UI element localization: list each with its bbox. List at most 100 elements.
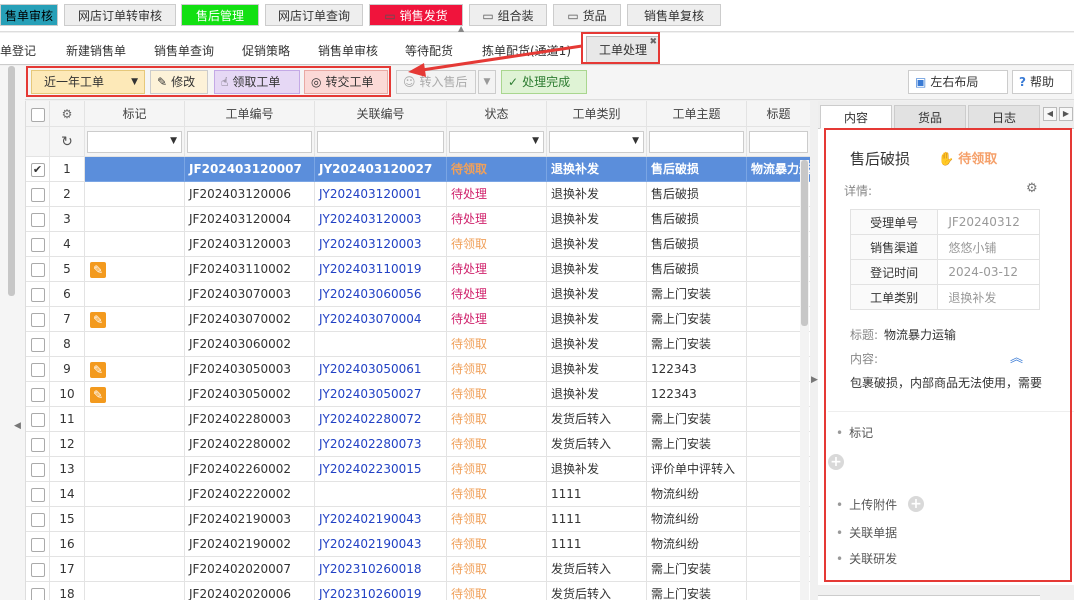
help-button[interactable]: ? 帮助 bbox=[1012, 70, 1072, 94]
related-dev-link[interactable]: • 关联研发 bbox=[836, 550, 897, 567]
filter-status-select[interactable]: ▼ bbox=[449, 131, 544, 153]
tab-bundle[interactable]: ▭ 组合装 bbox=[469, 4, 547, 26]
row-ref-id[interactable]: JY202403070004 bbox=[315, 307, 447, 332]
row-checkbox[interactable] bbox=[30, 512, 45, 527]
collapse-up-icon[interactable]: ︽ bbox=[1010, 347, 1023, 366]
tab-scroll-left-icon[interactable]: ◀ bbox=[1043, 107, 1057, 121]
row-ref-id[interactable]: JY202403110019 bbox=[315, 257, 447, 282]
row-ref-id[interactable] bbox=[315, 332, 447, 357]
row-checkbox[interactable] bbox=[30, 437, 45, 452]
settings-header-cell[interactable]: ⚙ bbox=[50, 101, 85, 127]
row-checkbox[interactable] bbox=[30, 537, 45, 552]
table-row[interactable]: 10 ✎ JF202403050002 JY202403050027 待领取 退换补发 12… bbox=[26, 382, 810, 407]
row-checkbox-cell[interactable] bbox=[26, 557, 50, 582]
table-row[interactable]: 2 JF202403120006 JY202403120001 待处理 退换补发 售后破损 bbox=[26, 182, 810, 207]
row-checkbox[interactable] bbox=[30, 587, 45, 600]
gear-icon[interactable]: ⚙ bbox=[1026, 181, 1038, 196]
table-row[interactable]: 6 JF202403070003 JY202403060056 待处理 退换补发 需上门安… bbox=[26, 282, 810, 307]
row-checkbox-cell[interactable] bbox=[26, 307, 50, 332]
row-checkbox-cell[interactable] bbox=[26, 457, 50, 482]
filter-mark-select[interactable]: ▼ bbox=[87, 131, 182, 153]
row-checkbox-cell[interactable] bbox=[26, 282, 50, 307]
tab-work-order[interactable]: 工单处理 ✖ bbox=[586, 36, 661, 64]
select-all-checkbox[interactable] bbox=[30, 107, 45, 122]
tab-after-sales[interactable]: 售后管理 bbox=[181, 4, 259, 26]
row-checkbox-cell[interactable] bbox=[26, 257, 50, 282]
row-checkbox-cell[interactable] bbox=[26, 382, 50, 407]
refresh-cell[interactable]: ↻ bbox=[50, 127, 85, 157]
row-ref-id[interactable]: JY202403120003 bbox=[315, 232, 447, 257]
tab-sales-order-review[interactable]: 销售单审核 bbox=[318, 39, 378, 63]
col-header-title[interactable]: 标题 bbox=[747, 101, 810, 127]
row-checkbox[interactable] bbox=[30, 312, 45, 327]
row-ref-id[interactable]: JY202403120001 bbox=[315, 182, 447, 207]
panel-splitter[interactable]: ▶ bbox=[810, 101, 818, 600]
grid-scrollbar[interactable] bbox=[800, 160, 809, 600]
layout-button[interactable]: ▣ 左右布局 bbox=[908, 70, 1008, 94]
row-ref-id[interactable]: JY202402190043 bbox=[315, 507, 447, 532]
period-select[interactable]: 近一年工单 ▼ bbox=[31, 70, 145, 94]
row-checkbox-cell[interactable] bbox=[26, 532, 50, 557]
row-checkbox[interactable] bbox=[30, 562, 45, 577]
row-ref-id[interactable]: JY202403050027 bbox=[315, 382, 447, 407]
table-row[interactable]: 5 ✎ JF202403110002 JY202403110019 待处理 退换补发 售后破… bbox=[26, 257, 810, 282]
table-row[interactable]: ✔ 1 JF202403120007 JY202403120027 待领取 退换补发 售后破… bbox=[26, 157, 810, 182]
row-checkbox-cell[interactable] bbox=[26, 207, 50, 232]
row-checkbox[interactable] bbox=[30, 462, 45, 477]
table-row[interactable]: 7 ✎ JF202403070002 JY202403070004 待处理 退换补发 需上门… bbox=[26, 307, 810, 332]
tab-goods-detail[interactable]: 货品 bbox=[894, 105, 966, 129]
row-ref-id[interactable]: JY202403060056 bbox=[315, 282, 447, 307]
add-mark-icon[interactable]: + bbox=[828, 454, 844, 470]
tab-sales-recheck[interactable]: 销售单复核 bbox=[627, 4, 721, 26]
tab-order-register[interactable]: 单登记 bbox=[0, 39, 36, 63]
row-checkbox-cell[interactable] bbox=[26, 582, 50, 600]
tab-sales-order-query[interactable]: 销售单查询 bbox=[154, 39, 214, 63]
row-ref-id[interactable]: JY202310260019 bbox=[315, 582, 447, 600]
row-checkbox[interactable] bbox=[30, 187, 45, 202]
row-checkbox-cell[interactable] bbox=[26, 232, 50, 257]
table-row[interactable]: 15 JF202402190003 JY202402190043 待领取 1111 物流纠… bbox=[26, 507, 810, 532]
tab-online-order-query[interactable]: 网店订单查询 bbox=[265, 4, 363, 26]
row-checkbox[interactable] bbox=[30, 262, 45, 277]
table-row[interactable]: 8 JF202403060002 待领取 退换补发 需上门安装 bbox=[26, 332, 810, 357]
filter-title-input[interactable] bbox=[749, 131, 808, 153]
table-row[interactable]: 4 JF202403120003 JY202403120003 待领取 退换补发 售后破损 bbox=[26, 232, 810, 257]
filter-id-input[interactable] bbox=[187, 131, 312, 153]
col-header-mark[interactable]: 标记 bbox=[85, 101, 185, 127]
table-row[interactable]: 9 ✎ JF202403050003 JY202403050061 待领取 退换补发 122… bbox=[26, 357, 810, 382]
filter-category-select[interactable]: ▼ bbox=[549, 131, 644, 153]
filter-topic-input[interactable] bbox=[649, 131, 744, 153]
filter-ref-input[interactable] bbox=[317, 131, 444, 153]
row-checkbox-cell[interactable] bbox=[26, 407, 50, 432]
row-checkbox-cell[interactable] bbox=[26, 182, 50, 207]
tab-log[interactable]: 日志 bbox=[968, 105, 1040, 129]
row-ref-id[interactable] bbox=[315, 482, 447, 507]
row-checkbox[interactable] bbox=[30, 362, 45, 377]
col-header-id[interactable]: 工单编号 bbox=[185, 101, 315, 127]
row-checkbox[interactable] bbox=[30, 487, 45, 502]
row-checkbox[interactable] bbox=[30, 212, 45, 227]
col-header-category[interactable]: 工单类别 bbox=[547, 101, 647, 127]
table-row[interactable]: 18 JF202402020006 JY202310260019 待领取 发货后转入 需上… bbox=[26, 582, 810, 600]
tab-promotion[interactable]: 促销策略 bbox=[242, 39, 290, 63]
transfer-button[interactable]: ◎ 转交工单 bbox=[304, 70, 388, 94]
row-ref-id[interactable]: JY202402280072 bbox=[315, 407, 447, 432]
row-checkbox-cell[interactable] bbox=[26, 482, 50, 507]
tab-sales-shipping[interactable]: ▭ 销售发货 bbox=[369, 4, 463, 26]
row-ref-id[interactable]: JY202403120027 bbox=[315, 157, 447, 182]
close-icon[interactable]: ✖ bbox=[649, 29, 657, 55]
col-header-topic[interactable]: 工单主题 bbox=[647, 101, 747, 127]
tab-new-sales-order[interactable]: 新建销售单 bbox=[66, 39, 126, 63]
col-header-status[interactable]: 状态 bbox=[447, 101, 547, 127]
refresh-icon[interactable]: ↻ bbox=[61, 134, 73, 150]
row-ref-id[interactable]: JY202403050061 bbox=[315, 357, 447, 382]
panel-horizontal-scrollbar[interactable] bbox=[818, 595, 1040, 600]
row-checkbox-cell[interactable] bbox=[26, 357, 50, 382]
table-row[interactable]: 14 JF202402220002 待领取 1111 物流纠纷 bbox=[26, 482, 810, 507]
tab-sales-review[interactable]: 售单审核 bbox=[0, 4, 58, 26]
row-checkbox[interactable] bbox=[30, 287, 45, 302]
row-ref-id[interactable]: JY202402280073 bbox=[315, 432, 447, 457]
grid-scrollbar-thumb[interactable] bbox=[801, 160, 808, 326]
select-all-checkbox-cell[interactable] bbox=[26, 101, 50, 127]
row-checkbox[interactable] bbox=[30, 387, 45, 402]
